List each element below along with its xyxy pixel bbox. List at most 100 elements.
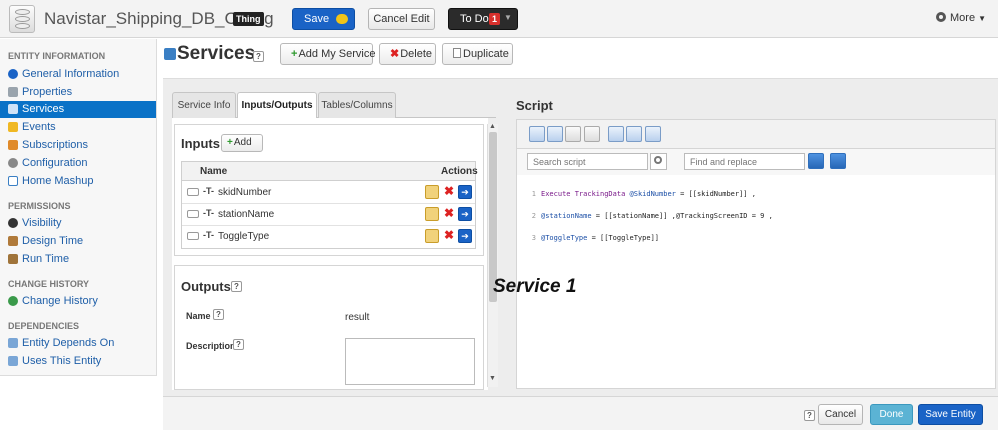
pane-scrollbar[interactable]: ▲ ▼	[487, 123, 498, 387]
input-name: stationName	[218, 209, 275, 220]
sidebar-item-label: Visibility	[22, 217, 62, 229]
tab-service-info[interactable]: Service Info	[172, 92, 236, 119]
help-icon[interactable]: ?	[804, 410, 815, 421]
subscriptions-icon	[8, 140, 18, 150]
replace-all-icon[interactable]	[830, 153, 846, 169]
tab-tables-columns[interactable]: Tables/Columns	[318, 92, 396, 119]
thing-badge: Thing	[233, 12, 264, 26]
duplicate-button[interactable]: Duplicate	[442, 43, 513, 65]
scroll-up-icon[interactable]: ▲	[489, 123, 496, 130]
cancel-button[interactable]: Cancel	[818, 404, 863, 425]
sidebar-item-events[interactable]: Events	[0, 119, 156, 136]
todo-button[interactable]: To Do 1 ▼	[448, 8, 518, 30]
add-label: Add	[233, 137, 252, 148]
sidebar-item-entity-depends-on[interactable]: Entity Depends On	[0, 335, 156, 352]
table-header: Name Actions	[182, 162, 478, 181]
delete-icon[interactable]: ✖	[442, 229, 456, 243]
line-number: 2	[531, 212, 536, 220]
code-variable: @SkidNumber	[629, 190, 676, 198]
top-bar: Navistar_Shipping_DB_Config Thing Save C…	[0, 0, 998, 38]
sidebar-item-properties[interactable]: Properties	[0, 84, 156, 101]
find-replace-input[interactable]	[684, 153, 805, 170]
save-button[interactable]: Save	[292, 8, 355, 30]
table-row[interactable]: -T- stationName ✖ ➔	[182, 204, 475, 226]
delete-button[interactable]: ✖Delete	[379, 43, 436, 65]
section-permissions: PERMISSIONS	[8, 201, 71, 211]
duplicate-icon	[453, 48, 461, 58]
edit-icon[interactable]	[425, 229, 439, 243]
add-input-button[interactable]: +Add	[221, 134, 263, 152]
remove-snippet-icon[interactable]	[584, 126, 600, 142]
code-line: 3 @ToggleType = [[ToggleType]]	[524, 233, 773, 244]
help-icon[interactable]: ?	[231, 281, 242, 292]
table-row[interactable]: -T- ToggleType ✖ ➔	[182, 226, 475, 248]
undo-icon[interactable]	[529, 126, 545, 142]
sidebar-item-label: Entity Depends On	[22, 337, 115, 349]
section-change-history: CHANGE HISTORY	[8, 279, 90, 289]
edit-icon[interactable]	[425, 185, 439, 199]
search-script-input[interactable]	[527, 153, 648, 170]
sidebar-item-change-history[interactable]: Change History	[0, 293, 156, 310]
delete-icon[interactable]: ✖	[442, 185, 456, 199]
redo-icon[interactable]	[547, 126, 563, 142]
help-icon[interactable]: ?	[233, 339, 244, 350]
table-row[interactable]: -T- skidNumber ✖ ➔	[182, 182, 475, 204]
delete-icon[interactable]: ✖	[442, 207, 456, 221]
save-entity-button[interactable]: Save Entity	[918, 404, 983, 425]
sidebar-item-subscriptions[interactable]: Subscriptions	[0, 137, 156, 154]
key-icon	[187, 232, 199, 240]
tab-inputs-outputs[interactable]: Inputs/Outputs	[237, 92, 317, 119]
sidebar-item-services[interactable]: Services	[0, 101, 156, 118]
code-variable: @stationName	[541, 212, 592, 220]
arrow-right-icon[interactable]: ➔	[458, 207, 472, 221]
sidebar-item-visibility[interactable]: Visibility	[0, 215, 156, 232]
sidebar-item-design-time[interactable]: Design Time	[0, 233, 156, 250]
gear-icon	[8, 158, 18, 168]
save-label: Save	[304, 13, 330, 25]
code-area[interactable]: 1 Execute TrackingData @SkidNumber = [[sk…	[524, 178, 773, 255]
help-icon[interactable]: ?	[213, 309, 224, 320]
format-code-icon[interactable]	[645, 126, 661, 142]
scroll-down-icon[interactable]: ▼	[489, 375, 496, 382]
code-line: 2 @stationName = [[stationName]] ,@Tracki…	[524, 211, 773, 222]
help-icon[interactable]: ?	[253, 51, 264, 62]
runtime-icon	[8, 254, 18, 264]
code-text: = [[ToggleType]]	[587, 234, 660, 242]
line-number: 3	[531, 234, 536, 242]
services-icon	[164, 48, 176, 60]
todo-count-badge: 1	[489, 13, 501, 25]
edit-icon[interactable]	[425, 207, 439, 221]
search-icon[interactable]	[650, 153, 667, 170]
string-type-icon: -T-	[203, 208, 214, 218]
user-icon	[8, 236, 18, 246]
output-description-label: Description	[186, 341, 236, 351]
sidebar: ENTITY INFORMATION General Information P…	[0, 39, 157, 376]
column-header-name: Name	[200, 166, 228, 177]
dependency-icon	[8, 356, 18, 366]
duplicate-label: Duplicate	[463, 48, 509, 60]
sidebar-item-run-time[interactable]: Run Time	[0, 251, 156, 268]
more-menu[interactable]: More ▼	[936, 12, 986, 24]
sidebar-item-label: Design Time	[22, 235, 84, 247]
sidebar-item-configuration[interactable]: Configuration	[0, 155, 156, 172]
align-center-icon[interactable]	[626, 126, 642, 142]
code-line: 1 Execute TrackingData @SkidNumber = [[sk…	[524, 189, 773, 200]
sidebar-item-general-information[interactable]: General Information	[0, 66, 156, 83]
align-left-icon[interactable]	[608, 126, 624, 142]
replace-icon[interactable]	[808, 153, 824, 169]
output-name-label: Name	[186, 311, 211, 321]
sidebar-item-uses-this-entity[interactable]: Uses This Entity	[0, 353, 156, 370]
done-button[interactable]: Done	[870, 404, 913, 425]
cancel-edit-button[interactable]: Cancel Edit	[368, 8, 435, 30]
arrow-right-icon[interactable]: ➔	[458, 229, 472, 243]
info-icon	[8, 69, 18, 79]
arrow-right-icon[interactable]: ➔	[458, 185, 472, 199]
plus-icon: +	[291, 48, 298, 60]
add-snippet-icon[interactable]	[565, 126, 581, 142]
more-label: More	[950, 12, 976, 24]
add-my-service-button[interactable]: +Add My Service	[280, 43, 375, 65]
sidebar-item-label: Configuration	[22, 157, 88, 169]
inputs-title: Inputs	[181, 136, 220, 151]
description-textarea[interactable]	[345, 338, 475, 385]
sidebar-item-home-mashup[interactable]: Home Mashup	[0, 173, 156, 190]
